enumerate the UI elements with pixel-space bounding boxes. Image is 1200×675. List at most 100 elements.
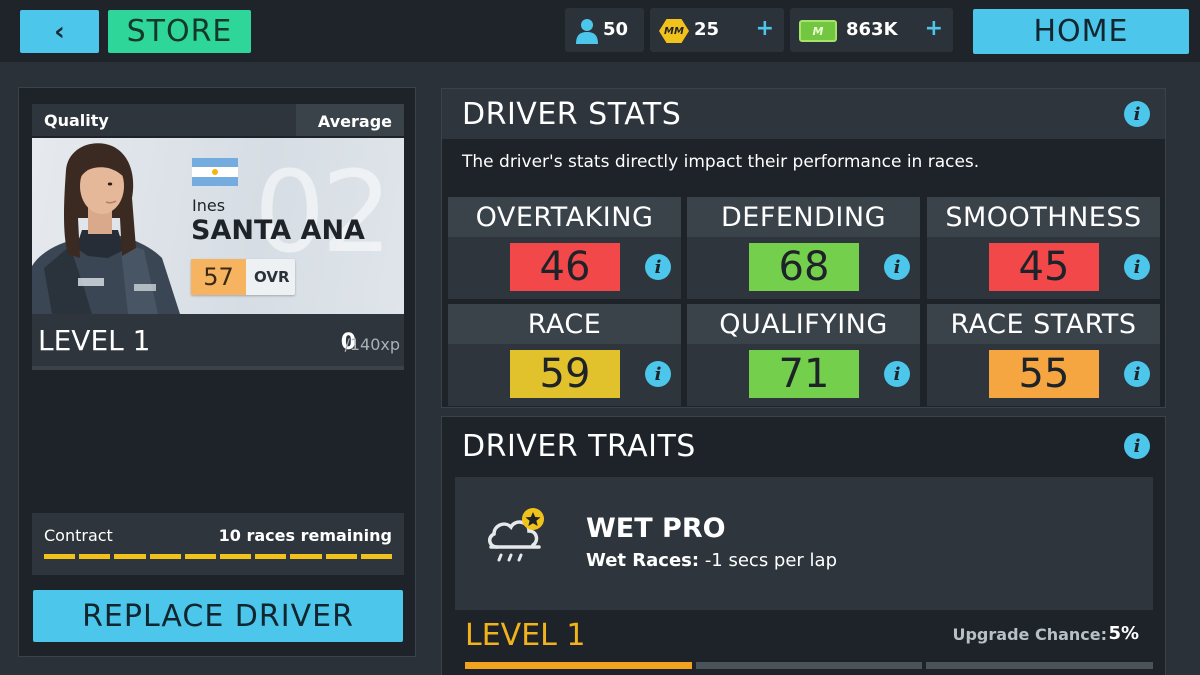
quality-label: Quality (44, 111, 109, 130)
stats-title: DRIVER STATS (462, 97, 682, 132)
token-icon: MM (659, 19, 689, 43)
trait-desc-label: Wet Races: (586, 550, 700, 571)
contract-segment (44, 554, 76, 559)
trait-level-segment (695, 662, 923, 669)
stat-race-starts: RACE STARTS 55 i (927, 304, 1160, 406)
contract-label: Contract (44, 526, 113, 545)
traits-title: DRIVER TRAITS (462, 429, 696, 464)
trait-level-segment (926, 662, 1154, 669)
token-icon-text: MM (664, 25, 684, 37)
stat-body: 71 i (687, 344, 920, 406)
driver-portrait (32, 143, 180, 314)
quality-value-box: Average (296, 104, 404, 136)
ovr-value: 57 (191, 259, 246, 295)
stat-overtaking: OVERTAKING 46 i (448, 197, 681, 299)
add-money-button[interactable]: + (925, 16, 943, 41)
rain-cloud-star-icon (488, 508, 544, 562)
driver-level: LEVEL 1 (38, 324, 151, 357)
stat-body: 59 i (448, 344, 681, 406)
driver-level-bar: LEVEL 1 0 /140xp (32, 314, 404, 370)
contract-segment (114, 554, 146, 559)
stat-qualifying: QUALIFYING 71 i (687, 304, 920, 406)
drivers-count: 50 (603, 19, 629, 40)
contract-segment (290, 554, 322, 559)
trait-level: LEVEL 1 (465, 618, 586, 653)
stat-value: 68 (749, 243, 859, 291)
contract-box: Contract 10 races remaining (32, 513, 404, 575)
stat-value: 59 (510, 350, 620, 398)
stats-description: The driver's stats directly impact their… (462, 152, 980, 172)
stat-body: 55 i (927, 344, 1160, 406)
trait-name: WET PRO (586, 513, 726, 544)
home-button[interactable]: HOME (973, 9, 1189, 54)
add-tokens-button[interactable]: + (756, 16, 774, 41)
stats-info-icon[interactable]: i (1124, 101, 1150, 127)
quality-value: Average (317, 112, 392, 131)
driver-last-name: SANTA ANA (191, 215, 365, 246)
drivers-counter: 50 (565, 8, 644, 52)
info-icon[interactable]: i (884, 361, 910, 387)
back-chevron-icon: ‹ (54, 16, 65, 47)
xp-max: /140xp (344, 335, 400, 354)
stat-defending: DEFENDING 68 i (687, 197, 920, 299)
stat-value: 45 (989, 243, 1099, 291)
money-counter: M 863K + (790, 8, 953, 52)
money-icon-text: M (812, 24, 824, 38)
stat-label: OVERTAKING (448, 197, 681, 237)
home-label: HOME (1033, 14, 1129, 49)
money-amount: 863K (846, 19, 898, 40)
driver-panel: Quality Average 02 Ines SANTA ANA 57 OVR… (18, 87, 416, 657)
trait-level-bar: LEVEL 1 Upgrade Chance: 5% (455, 610, 1154, 675)
info-icon[interactable]: i (884, 254, 910, 280)
upgrade-chance-label: Upgrade Chance: (952, 625, 1107, 644)
trait-level-segment (465, 662, 692, 669)
top-bar: ‹ STORE 50 MM 25 + M 863K + HOME (0, 0, 1200, 62)
stat-body: 46 i (448, 237, 681, 299)
back-button[interactable]: ‹ (20, 10, 99, 53)
tokens-counter: MM 25 + (650, 8, 784, 52)
driver-first-name: Ines (192, 196, 226, 215)
quality-bar: Quality Average (32, 104, 404, 136)
trait-level-progress (465, 662, 1154, 669)
stat-label: RACE STARTS (927, 304, 1160, 344)
trait-card[interactable]: WET PRO Wet Races: -1 secs per lap LEVEL… (455, 477, 1154, 675)
trait-desc-value: -1 secs per lap (699, 550, 838, 571)
contract-value: 10 races remaining (218, 526, 392, 545)
contract-segment (255, 554, 287, 559)
stat-value: 46 (510, 243, 620, 291)
info-icon[interactable]: i (645, 361, 671, 387)
info-icon[interactable]: i (645, 254, 671, 280)
contract-segment (79, 554, 111, 559)
store-label: STORE (126, 14, 233, 49)
traits-info-icon[interactable]: i (1124, 433, 1150, 459)
store-button[interactable]: STORE (108, 10, 251, 53)
replace-driver-button[interactable]: REPLACE DRIVER (33, 590, 403, 642)
info-icon[interactable]: i (1124, 361, 1150, 387)
contract-segment (220, 554, 252, 559)
stat-smoothness: SMOOTHNESS 45 i (927, 197, 1160, 299)
contract-segment (149, 554, 181, 559)
info-icon[interactable]: i (1124, 254, 1150, 280)
driver-card[interactable]: 02 Ines SANTA ANA 57 OVR (32, 138, 404, 314)
contract-segment (360, 554, 393, 559)
stat-label: QUALIFYING (687, 304, 920, 344)
stat-value: 55 (989, 350, 1099, 398)
tokens-count: 25 (694, 19, 720, 40)
driver-stats-panel: DRIVER STATS i The driver's stats direct… (441, 88, 1166, 408)
stat-body: 45 i (927, 237, 1160, 299)
driver-traits-panel: DRIVER TRAITS i WET PRO Wet Races: -1 se… (441, 416, 1166, 675)
ovr-label: OVR (254, 268, 290, 286)
trait-description: Wet Races: -1 secs per lap (586, 550, 837, 571)
money-icon: M (799, 20, 837, 42)
stat-race: RACE 59 i (448, 304, 681, 406)
argentina-flag-icon (192, 158, 238, 186)
stats-header: DRIVER STATS i (442, 89, 1165, 139)
person-icon (576, 19, 598, 44)
stat-label: SMOOTHNESS (927, 197, 1160, 237)
contract-progress (44, 554, 393, 559)
contract-segment (325, 554, 357, 559)
stat-value: 71 (749, 350, 859, 398)
replace-driver-label: REPLACE DRIVER (82, 598, 354, 634)
upgrade-chance-value: 5% (1108, 623, 1139, 644)
ovr-badge: 57 OVR (191, 259, 295, 295)
